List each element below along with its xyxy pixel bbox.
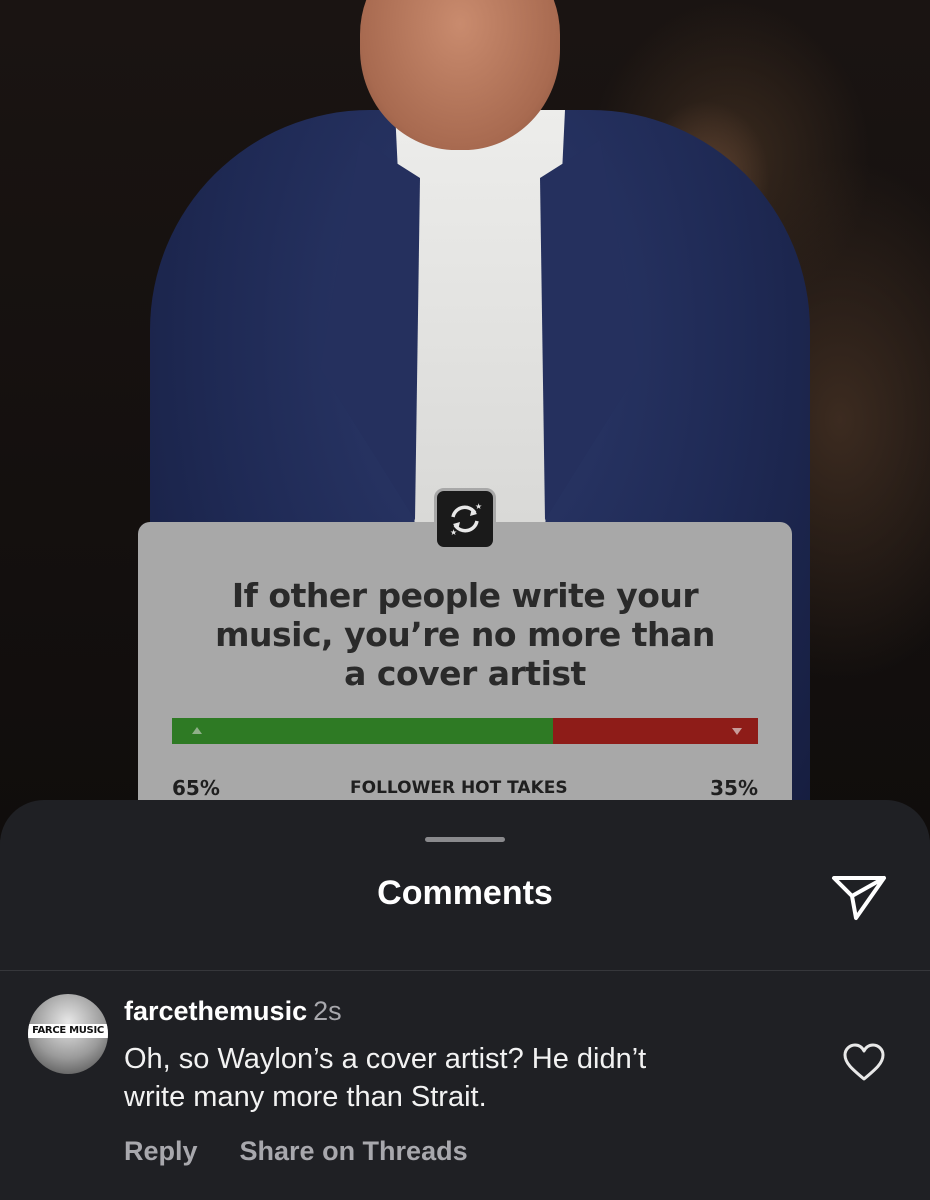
svg-text:★: ★	[450, 528, 457, 537]
poll-question: If other people write your music, you’re…	[215, 576, 715, 693]
svg-text:★: ★	[475, 502, 482, 511]
username-text[interactable]: farcethemusic	[124, 996, 307, 1026]
comment-time: 2s	[313, 996, 342, 1026]
down-triangle-icon	[732, 728, 742, 735]
poll-bar-no	[552, 718, 758, 744]
reply-button[interactable]: Reply	[124, 1136, 198, 1167]
up-triangle-icon	[192, 727, 202, 734]
comment-username[interactable]: farcethemusic 2s	[124, 996, 342, 1027]
paper-plane-icon[interactable]	[830, 870, 888, 922]
divider	[0, 970, 930, 971]
avatar[interactable]: FARCE MUSIC	[28, 994, 108, 1074]
poll-result-bar	[172, 718, 758, 744]
poll-no-percent: 35%	[710, 776, 758, 800]
shirt	[395, 110, 565, 540]
poll-caption: FOLLOWER HOT TAKES	[350, 778, 568, 798]
poll-bar-yes	[172, 718, 553, 744]
sheet-drag-handle[interactable]	[425, 837, 505, 842]
swap-arrows-logo-icon: ★ ★	[434, 488, 496, 550]
comment-actions: Reply Share on Threads	[124, 1136, 468, 1167]
avatar-logo-text: FARCE MUSIC	[32, 1025, 104, 1036]
share-on-threads-button[interactable]: Share on Threads	[240, 1136, 468, 1167]
poll-yes-percent: 65%	[172, 776, 220, 800]
sheet-title: Comments	[377, 874, 553, 912]
heart-icon[interactable]	[842, 1042, 886, 1082]
comment-text: Oh, so Waylon’s a cover artist? He didn’…	[124, 1043, 647, 1113]
